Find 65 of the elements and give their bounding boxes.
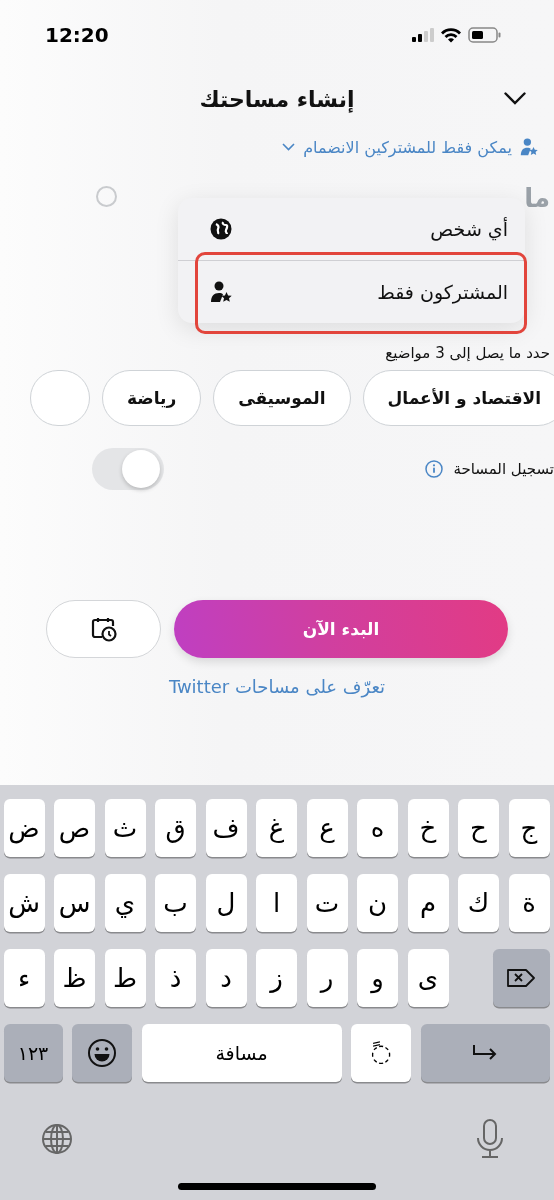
keyboard-key[interactable]: ت: [306, 874, 348, 932]
keyboard-key[interactable]: ك: [458, 874, 499, 932]
keyboard-key[interactable]: ا: [256, 874, 297, 932]
menu-item[interactable]: أي شخص: [178, 198, 525, 260]
numbers-key[interactable]: ١٢٣: [3, 1024, 63, 1082]
keyboard-key[interactable]: ج: [508, 799, 550, 857]
keyboard-key[interactable]: خ: [407, 799, 449, 857]
keyboard-key[interactable]: ز: [256, 949, 297, 1007]
keyboard-key[interactable]: ب: [155, 874, 196, 932]
keyboard-key[interactable]: ث: [104, 799, 146, 857]
info-icon[interactable]: [425, 460, 444, 478]
keyboard-key[interactable]: ط: [104, 949, 146, 1007]
page-title: إنشاء مساحتك: [199, 86, 355, 112]
topic-chip[interactable]: رياضة: [101, 370, 202, 426]
globe-icon[interactable]: [41, 1123, 73, 1155]
record-label: تسجيل المساحة: [453, 460, 554, 478]
keyboard-key[interactable]: ق: [155, 799, 196, 857]
chevron-down-icon[interactable]: [504, 92, 526, 105]
audience-selector[interactable]: يمكن فقط للمشتركين الانضمام: [0, 128, 554, 166]
topic-chip[interactable]: الاقتصاد و الأعمال: [362, 370, 554, 426]
keyboard-key[interactable]: ى: [407, 949, 449, 1007]
battery-icon: [468, 27, 502, 43]
keyboard-key[interactable]: و: [357, 949, 398, 1007]
topics-hint: حدد ما يصل إلى 3 مواضيع: [384, 344, 551, 362]
keyboard-key[interactable]: ض: [3, 799, 45, 857]
keyboard-key[interactable]: ح: [458, 799, 499, 857]
diacritic-key[interactable]: ◌ً: [351, 1024, 411, 1082]
keyboard-key[interactable]: ه: [357, 799, 398, 857]
keyboard-key[interactable]: ش: [3, 874, 45, 932]
emoji-key[interactable]: [72, 1024, 132, 1082]
backspace-icon: [506, 968, 536, 988]
keyboard-key[interactable]: ة: [508, 874, 550, 932]
keyboard-key[interactable]: ن: [357, 874, 398, 932]
keyboard-key[interactable]: غ: [256, 799, 297, 857]
keyboard-key[interactable]: م: [407, 874, 449, 932]
person-star-icon: [210, 281, 232, 303]
start-now-button[interactable]: البدء الآن: [174, 600, 508, 658]
person-star-icon: [520, 138, 538, 156]
keyboard-key[interactable]: ع: [306, 799, 348, 857]
backspace-key[interactable]: [492, 949, 550, 1007]
menu-item[interactable]: المشتركون فقط: [178, 260, 525, 323]
learn-more-link[interactable]: تعرّف على مساحات Twitter: [168, 676, 386, 697]
chevron-down-icon: [282, 143, 296, 151]
record-toggle[interactable]: [92, 448, 164, 490]
keyboard-key[interactable]: ل: [205, 874, 247, 932]
keyboard-key[interactable]: د: [205, 949, 247, 1007]
smiley-icon: [87, 1038, 117, 1068]
keyboard-key[interactable]: ذ: [155, 949, 196, 1007]
globe-icon: [210, 218, 232, 240]
microphone-icon[interactable]: [476, 1119, 504, 1159]
wifi-icon: [440, 27, 462, 43]
status-time: 12:20: [45, 23, 109, 47]
return-arrow-icon: [472, 1044, 498, 1062]
keyboard-key[interactable]: ظ: [54, 949, 95, 1007]
keyboard-key[interactable]: ء: [3, 949, 45, 1007]
calendar-clock-icon: [90, 616, 117, 642]
keyboard-key[interactable]: س: [54, 874, 95, 932]
topic-chip[interactable]: الموسيقى: [213, 370, 351, 426]
signal-icon: [412, 28, 434, 42]
character-counter-ring: [96, 186, 117, 207]
keyboard-key[interactable]: ي: [104, 874, 146, 932]
keyboard-key[interactable]: ر: [306, 949, 348, 1007]
space-key[interactable]: مسافة: [141, 1024, 342, 1082]
keyboard-key[interactable]: ص: [54, 799, 95, 857]
keyboard-key[interactable]: ف: [205, 799, 247, 857]
